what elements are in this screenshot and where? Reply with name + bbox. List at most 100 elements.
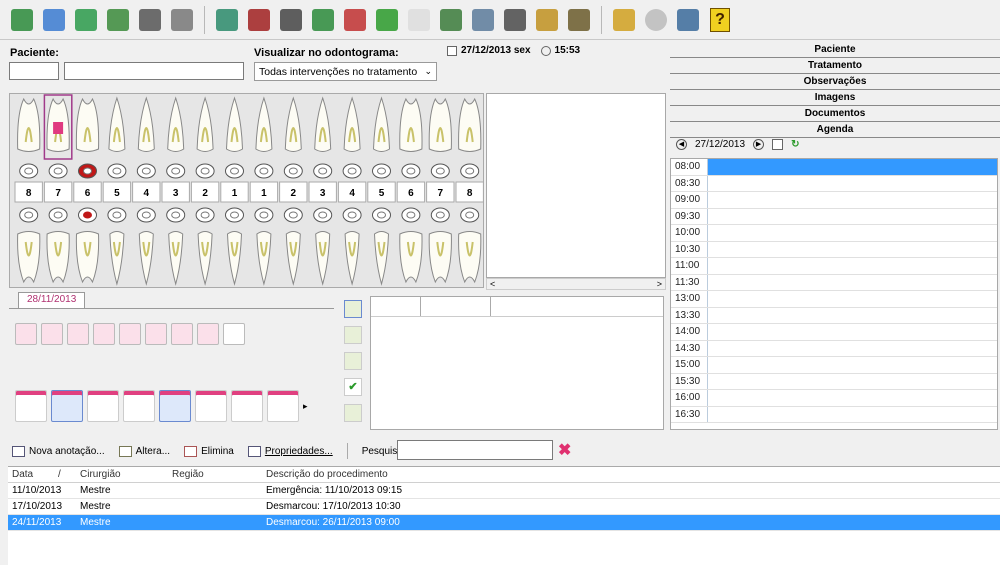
upper-tooth[interactable]	[314, 96, 332, 152]
agenda-slot[interactable]: 13:00	[671, 291, 997, 308]
upper-occlusal-face[interactable]	[136, 163, 156, 179]
agenda-slot[interactable]: 09:00	[671, 192, 997, 209]
upper-occlusal-face[interactable]	[372, 163, 391, 179]
upper-occlusal-face[interactable]	[254, 163, 274, 179]
agenda-slot[interactable]: 08:30	[671, 175, 997, 192]
lower-tooth[interactable]	[285, 231, 301, 286]
agenda-cell[interactable]	[707, 241, 997, 257]
note-icon[interactable]	[344, 352, 362, 370]
check-icon[interactable]: ✔	[344, 378, 362, 396]
lower-occlusal-face[interactable]	[136, 207, 156, 223]
upper-occlusal-face[interactable]	[342, 163, 362, 179]
lower-tooth[interactable]	[109, 231, 125, 286]
mail-button[interactable]	[405, 6, 433, 34]
lower-occlusal-face[interactable]	[195, 207, 215, 223]
scroll-left-icon[interactable]: <	[490, 279, 495, 289]
lower-occlusal-face[interactable]	[166, 207, 186, 223]
link-tratamento[interactable]: Tratamento	[670, 58, 1000, 74]
teeth-group-2-icon[interactable]	[51, 390, 83, 422]
link-paciente[interactable]: Paciente	[670, 42, 1000, 58]
upper-occlusal-face[interactable]	[225, 163, 244, 179]
upper-tooth[interactable]	[343, 96, 361, 152]
agenda-slot[interactable]: 15:30	[671, 373, 997, 390]
agenda-cell[interactable]	[707, 175, 997, 191]
agenda-cell[interactable]	[707, 258, 997, 274]
lower-tooth[interactable]	[373, 231, 390, 286]
tab-date[interactable]: 28/11/2013	[18, 292, 86, 308]
agenda-slot[interactable]: 15:00	[671, 357, 997, 374]
properties-button[interactable]: Propriedades...	[247, 445, 333, 457]
printer-button[interactable]	[277, 6, 305, 34]
agenda-cell[interactable]	[707, 208, 997, 224]
agenda-cell[interactable]	[707, 307, 997, 323]
agenda-cell[interactable]	[707, 373, 997, 389]
prev-day-icon[interactable]: ◀	[676, 139, 687, 150]
upper-occlusal-face[interactable]	[107, 163, 127, 179]
upper-occlusal-face[interactable]	[166, 163, 186, 179]
lower-occlusal-face[interactable]	[254, 207, 274, 223]
agenda-slot[interactable]: 08:00	[671, 159, 997, 176]
patients-button[interactable]	[72, 6, 100, 34]
agenda-slot[interactable]: 16:30	[671, 406, 997, 423]
clear-search-icon[interactable]: ✖	[558, 440, 571, 460]
lower-occlusal-face[interactable]	[283, 207, 303, 223]
lower-tooth[interactable]	[46, 231, 70, 284]
cd-button[interactable]	[642, 6, 670, 34]
lower-tooth[interactable]	[315, 231, 331, 286]
files-button[interactable]	[168, 6, 196, 34]
agenda-slot[interactable]: 11:30	[671, 274, 997, 291]
agenda-slot[interactable]: 14:30	[671, 340, 997, 357]
header-surgeon[interactable]: Cirurgião	[80, 467, 172, 482]
lower-tooth[interactable]	[399, 231, 423, 284]
teeth-group-3-icon[interactable]	[87, 390, 119, 422]
plant-button[interactable]	[565, 6, 593, 34]
lower-occlusal-face[interactable]	[107, 207, 127, 223]
reports-button[interactable]	[437, 6, 465, 34]
patient-edit-button[interactable]	[40, 6, 68, 34]
delete-button[interactable]: Elimina	[184, 445, 234, 457]
lower-tooth[interactable]	[17, 231, 41, 284]
agenda-cell[interactable]	[707, 406, 997, 422]
agenda-cell[interactable]	[707, 225, 997, 241]
upper-tooth[interactable]	[108, 96, 126, 152]
money-transfer-button[interactable]	[309, 6, 337, 34]
upper-occlusal-face[interactable]	[460, 163, 480, 179]
agenda-cell[interactable]	[707, 274, 997, 290]
more-arrow-icon[interactable]: ▸	[303, 401, 308, 412]
prosthesis-icon[interactable]	[93, 323, 115, 345]
books-button[interactable]	[674, 6, 702, 34]
search-input[interactable]	[397, 440, 553, 460]
patient-search-button[interactable]	[8, 6, 36, 34]
list-button[interactable]	[469, 6, 497, 34]
teeth-group-5-icon[interactable]	[159, 390, 191, 422]
globe-button[interactable]	[373, 6, 401, 34]
next-day-icon[interactable]: ▶	[753, 139, 765, 150]
calendar-icon[interactable]	[772, 139, 784, 150]
full-crown-icon[interactable]	[197, 323, 219, 345]
teeth-group-4-icon[interactable]	[123, 390, 155, 422]
upper-occlusal-face[interactable]	[313, 163, 333, 179]
new-note-button[interactable]: Nova anotação...	[12, 445, 105, 457]
upper-occlusal-face[interactable]	[195, 163, 215, 179]
link-observacoes[interactable]: Observações	[670, 74, 1000, 90]
gift-button[interactable]	[341, 6, 369, 34]
agenda-slot[interactable]: 16:00	[671, 390, 997, 407]
lower-tooth[interactable]	[458, 231, 482, 284]
upper-occlusal-face[interactable]	[19, 163, 39, 179]
upper-tooth[interactable]	[399, 97, 423, 152]
record-book-button[interactable]	[104, 6, 132, 34]
agenda-slot[interactable]: 14:00	[671, 324, 997, 341]
lower-occlusal-face[interactable]	[401, 207, 421, 223]
view-select[interactable]: Todas intervenções no tratamento ⌄	[254, 62, 437, 81]
lower-tooth[interactable]	[168, 231, 184, 286]
upper-tooth[interactable]	[17, 97, 41, 152]
table-row[interactable]: 24/11/2013 Mestre Desmarcou: 26/11/2013 09…	[8, 515, 1000, 531]
lower-tooth[interactable]	[197, 231, 213, 286]
upper-occlusal-face[interactable]	[430, 163, 450, 179]
agenda-cell[interactable]	[707, 324, 997, 340]
crown-icon[interactable]	[145, 323, 167, 345]
horizontal-scrollbar[interactable]: < >	[486, 278, 666, 290]
teeth-group-6-icon[interactable]	[195, 390, 227, 422]
zoom-icon[interactable]	[223, 323, 245, 345]
table-row[interactable]: 11/10/2013 Mestre Emergência: 11/10/2013 0…	[8, 483, 1000, 499]
